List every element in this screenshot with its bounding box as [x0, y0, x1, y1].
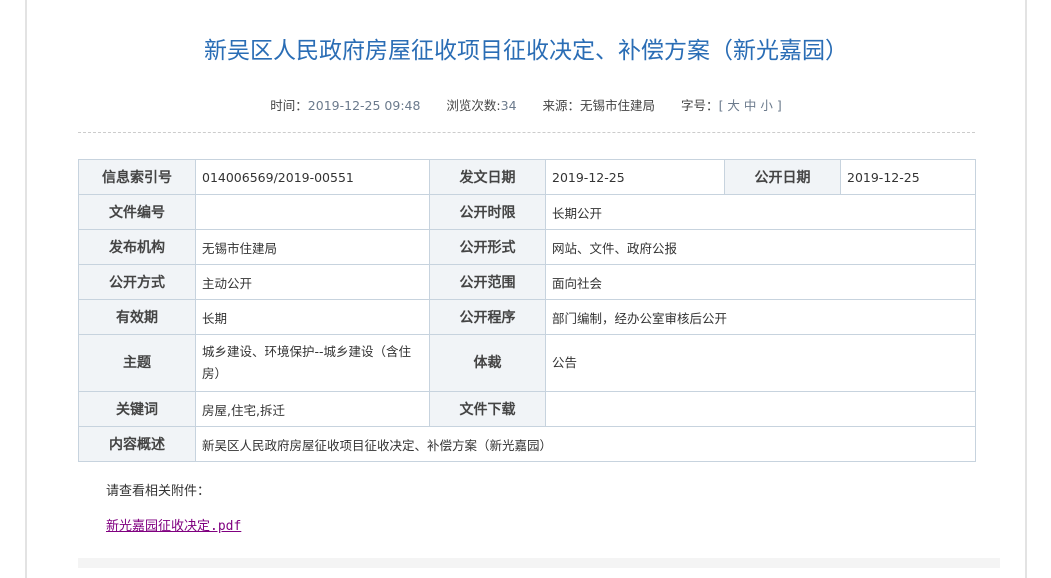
time-value: 2019-12-25 09:48: [307, 98, 421, 113]
info-table: 信息索引号 014006569/2019-00551 发文日期 2019-12-25 公…: [78, 159, 976, 462]
value-cell: 长期公开: [545, 194, 976, 230]
value-cell: [195, 194, 430, 230]
value-cell: 2019-12-25: [545, 159, 725, 195]
meta-bar: 时间：2019-12-25 09:48 浏览次数:34 来源：无锡市住建局 字号…: [27, 95, 1025, 114]
value-cell: 城乡建设、环境保护--城乡建设（含住房）: [195, 334, 430, 392]
value-cell: 房屋,住宅,拆迁: [195, 391, 430, 427]
label-cell: 公开时限: [429, 194, 546, 230]
views-value: 34: [500, 98, 517, 113]
label-cell: 内容概述: [78, 426, 196, 462]
font-size-label: 字号：: [681, 98, 719, 113]
value-cell: 主动公开: [195, 264, 430, 300]
value-cell: 面向社会: [545, 264, 976, 300]
table-row: 信息索引号 014006569/2019-00551 发文日期 2019-12-25 公…: [78, 159, 976, 195]
table-row: 关键词 房屋,住宅,拆迁 文件下载: [78, 391, 976, 427]
value-cell: 2019-12-25: [840, 159, 976, 195]
time-label: 时间：: [270, 98, 308, 113]
value-cell: 无锡市住建局: [195, 229, 430, 265]
label-cell: 公开方式: [78, 264, 196, 300]
table-row: 发布机构 无锡市住建局 公开形式 网站、文件、政府公报: [78, 229, 976, 265]
table-row: 内容概述 新吴区人民政府房屋征收项目征收决定、补偿方案（新光嘉园）: [78, 426, 976, 462]
label-cell: 主题: [78, 334, 196, 392]
label-cell: 体裁: [429, 334, 546, 392]
label-cell: 文件编号: [78, 194, 196, 230]
value-cell: 部门编制，经办公室审核后公开: [545, 299, 976, 335]
table-row: 有效期 长期 公开程序 部门编制，经办公室审核后公开: [78, 299, 976, 335]
content-container: 新吴区人民政府房屋征收项目征收决定、补偿方案（新光嘉园） 时间：2019-12-…: [25, 0, 1027, 578]
table-row: 主题 城乡建设、环境保护--城乡建设（含住房） 体裁 公告: [78, 334, 976, 392]
value-cell: 014006569/2019-00551: [195, 159, 430, 195]
font-size: 字号：[ 大 中 小 ]: [681, 98, 782, 113]
table-row: 公开方式 主动公开 公开范围 面向社会: [78, 264, 976, 300]
value-cell: 长期: [195, 299, 430, 335]
label-cell: 发布机构: [78, 229, 196, 265]
label-cell: 信息索引号: [78, 159, 196, 195]
time: 时间：2019-12-25 09:48: [270, 98, 420, 113]
label-cell: 文件下载: [429, 391, 546, 427]
attachments-hint: 请查看相关附件：: [106, 484, 211, 499]
value-cell: [545, 391, 976, 427]
source: 来源：无锡市住建局: [543, 98, 656, 113]
views-label: 浏览次数:: [446, 98, 501, 113]
attachment-link[interactable]: 新光嘉园征收决定.pdf: [106, 515, 241, 534]
label-cell: 发文日期: [429, 159, 546, 195]
views: 浏览次数:34: [446, 98, 516, 113]
label-cell: 关键词: [78, 391, 196, 427]
value-cell: 新吴区人民政府房屋征收项目征收决定、补偿方案（新光嘉园）: [195, 426, 976, 462]
source-label: 来源：: [542, 98, 581, 113]
label-cell: 公开范围: [429, 264, 546, 300]
source-value: 无锡市住建局: [580, 98, 656, 113]
value-cell: 公告: [545, 334, 976, 392]
page-title: 新吴区人民政府房屋征收项目征收决定、补偿方案（新光嘉园）: [204, 38, 848, 64]
label-cell: 有效期: [78, 299, 196, 335]
value-cell: 网站、文件、政府公报: [545, 229, 976, 265]
label-cell: 公开日期: [724, 159, 841, 195]
table-row: 文件编号 公开时限 长期公开: [78, 194, 976, 230]
footer-bar: [78, 558, 1000, 568]
font-size-switcher[interactable]: [ 大 中 小 ]: [719, 98, 782, 113]
divider: [78, 132, 975, 133]
label-cell: 公开程序: [429, 299, 546, 335]
label-cell: 公开形式: [429, 229, 546, 265]
